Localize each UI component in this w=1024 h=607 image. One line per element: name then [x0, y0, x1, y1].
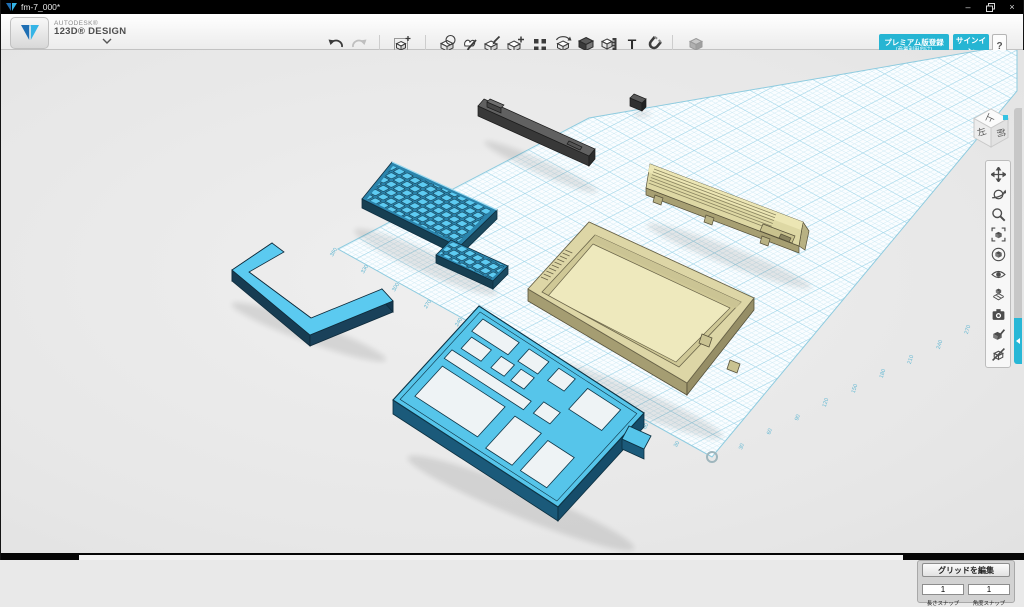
visibility-tool[interactable]: [988, 264, 1008, 284]
grid-settings-panel: グリッドを編集 長さスナップ 角度スナップ: [917, 560, 1015, 603]
svg-text:120: 120: [822, 397, 831, 408]
svg-text:150: 150: [851, 383, 860, 394]
arrow-left-icon: [1016, 338, 1020, 344]
brand-product: 123D® DESIGN: [54, 27, 126, 38]
brand-text: AUTODESK® 123D® DESIGN: [54, 20, 126, 38]
angle-snap-input[interactable]: [968, 584, 1010, 595]
svg-text:240: 240: [936, 339, 945, 350]
screenshot-tool[interactable]: [988, 304, 1008, 324]
svg-text:210: 210: [907, 354, 916, 365]
close-button[interactable]: ×: [1001, 0, 1023, 14]
svg-text:90: 90: [794, 414, 802, 422]
part-small-block[interactable]: [630, 94, 646, 111]
view-cube-corner-marker[interactable]: [1003, 115, 1008, 120]
camera-icon: [991, 307, 1006, 322]
svg-text:30: 30: [738, 443, 746, 451]
viewport: 30 60 90 120 150 180 210 240 270 300 330…: [1, 50, 1024, 553]
view-tool-panel: [985, 160, 1011, 368]
zoom-tool[interactable]: [988, 204, 1008, 224]
pan-tool[interactable]: [988, 164, 1008, 184]
restore-icon: [986, 3, 995, 12]
fit-tool[interactable]: [988, 224, 1008, 244]
main-toolbar: AUTODESK® 123D® DESIGN: [1, 14, 1023, 50]
grid-icon: [991, 287, 1006, 302]
grid-toggle-tool[interactable]: [988, 284, 1008, 304]
orbit-icon: [991, 187, 1006, 202]
fit-icon: [991, 227, 1006, 242]
svg-text:180: 180: [879, 368, 888, 379]
bottom-strip: [79, 555, 903, 560]
restore-button[interactable]: [979, 0, 1001, 14]
hide-outline-icon: [991, 347, 1006, 362]
window-title: fm-7_000*: [21, 2, 60, 12]
123d-logo-icon: [18, 22, 42, 44]
eye-icon: [991, 267, 1006, 282]
app-menu-logo[interactable]: [10, 17, 49, 49]
view-cube[interactable]: 上 左 前: [965, 104, 1017, 156]
minimize-button[interactable]: –: [957, 0, 979, 14]
window-bottom-edge: [1, 553, 1024, 560]
material-brush-icon: [991, 327, 1006, 342]
title-bar: fm-7_000* – ×: [1, 0, 1023, 14]
chevron-down-icon[interactable]: [102, 38, 112, 44]
angle-snap-label: 角度スナップ: [970, 598, 1008, 606]
svg-text:270: 270: [964, 324, 973, 335]
length-snap-input[interactable]: [922, 584, 964, 595]
svg-text:30: 30: [673, 440, 681, 448]
parts-bin-flyout-handle[interactable]: [1014, 318, 1022, 364]
svg-text:60: 60: [766, 428, 774, 436]
premium-label: プレミアム版登録: [879, 39, 949, 47]
outline-toggle-tool[interactable]: [988, 344, 1008, 364]
orbit-tool[interactable]: [988, 184, 1008, 204]
magnifier-icon: [991, 207, 1006, 222]
app-logo-icon: [6, 3, 17, 12]
parts-bin-track: [1014, 108, 1022, 318]
pan-icon: [991, 167, 1006, 182]
edit-grid-button[interactable]: グリッドを編集: [922, 563, 1010, 577]
look-at-icon: [991, 247, 1006, 262]
length-snap-label: 長さスナップ: [924, 598, 962, 606]
look-at-tool[interactable]: [988, 244, 1008, 264]
material-edit-tool[interactable]: [988, 324, 1008, 344]
3d-canvas[interactable]: 30 60 90 120 150 180 210 240 270 300 330…: [1, 50, 1024, 553]
